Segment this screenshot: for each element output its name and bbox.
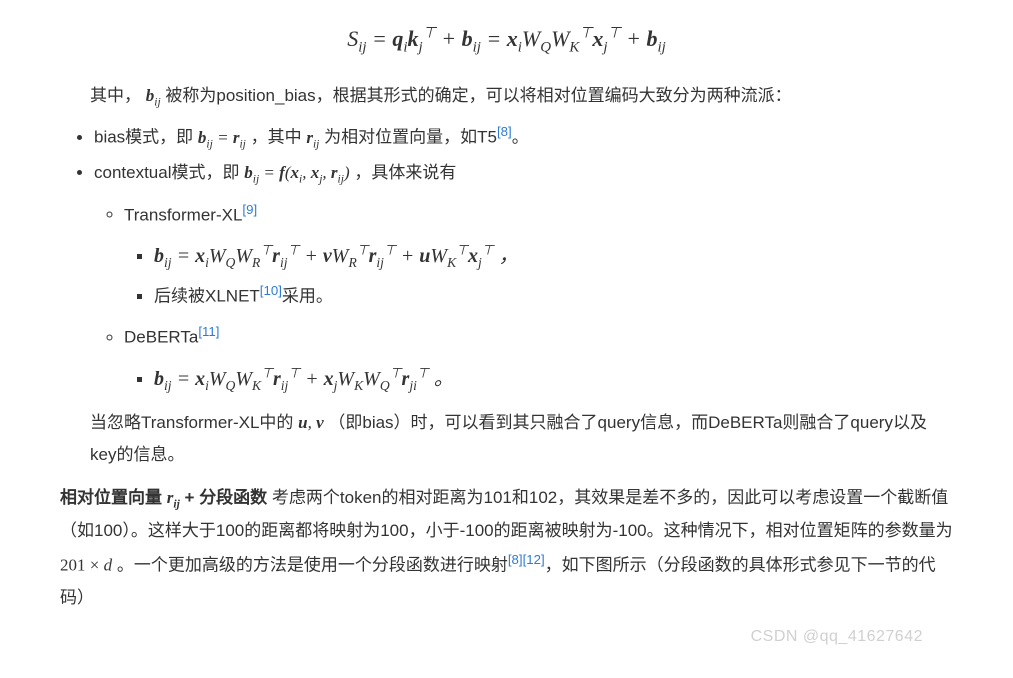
bias-eq: bij = rij [198,128,246,147]
p2-s2: + [185,488,195,507]
contextual-sublist: Transformer-XL[9] bij = xiWQWR⊤rij⊤ + vW… [94,197,953,400]
ref-9-link[interactable]: [9] [242,202,257,217]
deberta-equation: bij = xiWQWK⊤rij⊤ + xjWKWQ⊤rji⊤ 。 [154,368,454,390]
bias-mode-item: bias模式，即 bij = rij ，其中 rij 为相对位置向量，如T5[8… [94,119,953,155]
deberta-label: DeBERTa [124,328,198,347]
uv-symbol: u, v [298,413,324,432]
txl-equation: bij = xiWQWR⊤rij⊤ + vWR⊤rij⊤ + uWK⊤xj⊤ ， [154,245,519,267]
intro-post: 被称为position_bias，根据其形式的确定，可以将相对位置编码大致分为两… [165,86,791,105]
p2-r: rij [167,488,180,507]
p2-body-a: 考虑两个token的相对距离为101和102，其效果是差不多的，因此可以考虑设置… [60,488,953,540]
piecewise-paragraph: 相对位置向量 rij + 分段函数 考虑两个token的相对距离为101和102… [60,482,953,615]
deberta-item: DeBERTa[11] bij = xiWQWK⊤rij⊤ + xjWKWQ⊤r… [124,319,953,399]
transformer-xl-item: Transformer-XL[9] bij = xiWQWR⊤rij⊤ + vW… [124,197,953,314]
bias-mid: ，其中 [251,128,307,147]
bias-post: 为相对位置向量，如T5 [324,128,497,147]
ref-11-link[interactable]: [11] [198,324,219,339]
ctx-eq: bij = f(xi, xj, rij) [244,163,349,182]
ref-10-link[interactable]: [10] [260,283,282,298]
ctx-pre: contextual模式，即 [94,163,244,182]
ref-8b-link[interactable]: [8] [508,552,523,567]
contextual-mode-item: contextual模式，即 bij = f(xi, xj, rij) ，具体来… [94,157,953,399]
ignore-paragraph: 当忽略Transformer-XL中的 u, v （即bias）时，可以看到其只… [60,407,953,472]
bias-r: rij [306,128,319,147]
watermark-text: CSDN @qq_41627642 [751,622,923,652]
bias-pre: bias模式，即 [94,128,198,147]
txl-label: Transformer-XL [124,205,242,224]
xlnet-pre: 后续被XLNET [154,287,260,306]
txl-equation-item: bij = xiWQWR⊤rij⊤ + vWR⊤rij⊤ + uWK⊤xj⊤ ， [154,237,953,276]
ref-12-link[interactable]: [12] [523,552,545,567]
intro-pre: 其中， [90,86,141,105]
p2-body-b: 。一个更加高级的方法是使用一个分段函数进行映射 [117,556,508,575]
p2-dim: 201 × d [60,556,112,575]
mode-list: bias模式，即 bij = rij ，其中 rij 为相对位置向量，如T5[8… [60,119,953,399]
txl-sublist: bij = xiWQWR⊤rij⊤ + vWR⊤rij⊤ + uWK⊤xj⊤ ，… [124,237,953,313]
ignore-pre: 当忽略Transformer-XL中的 [90,413,298,432]
bias-end: 。 [512,128,529,147]
deberta-sublist: bij = xiWQWK⊤rij⊤ + xjWKWQ⊤rji⊤ 。 [124,360,953,399]
ref-8-link[interactable]: [8] [497,124,512,139]
intro-paragraph: 其中， bij 被称为position_bias，根据其形式的确定，可以将相对位… [60,80,953,113]
xlnet-item: 后续被XLNET[10]采用。 [154,278,953,313]
b-ij-symbol: bij [146,86,161,105]
p2-s1: 相对位置向量 [60,488,167,507]
deberta-equation-item: bij = xiWQWK⊤rij⊤ + xjWKWQ⊤rji⊤ 。 [154,360,953,399]
p2-s3: 分段函数 [199,488,267,507]
xlnet-post: 采用。 [282,287,333,306]
ctx-post: ，具体来说有 [354,163,456,182]
main-equation: Sij = qikj⊤ + bij = xiWQWK⊤xj⊤ + bij [60,18,953,62]
